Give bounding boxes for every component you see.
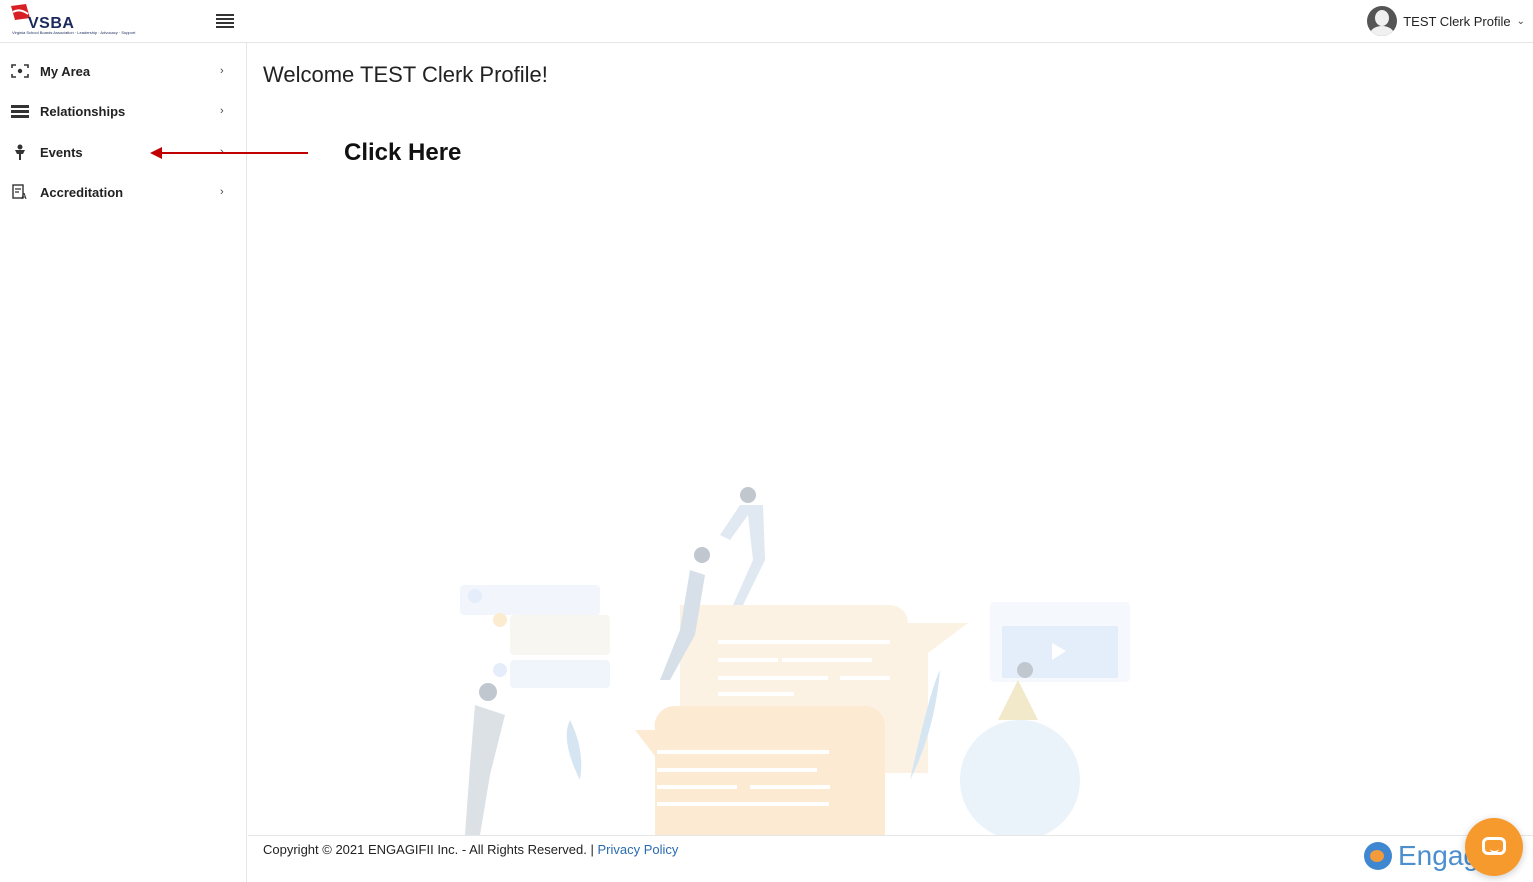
events-icon [10,144,30,160]
top-bar: VSBA Virginia School Boards Association … [0,0,1533,43]
profile-menu[interactable]: TEST Clerk Profile ⌄ [1367,6,1525,36]
chevron-right-icon: › [220,105,224,117]
copyright-label: Copyright © 2021 ENGAGIFII Inc. - All Ri… [263,842,598,857]
sidebar: My Area › Relationships › Events › A Acc… [0,43,247,882]
svg-text:A: A [21,192,27,200]
sidebar-item-my-area[interactable]: My Area › [0,51,247,91]
sidebar-item-accreditation[interactable]: A Accreditation › [0,172,247,212]
chevron-down-icon: ⌄ [1516,15,1525,27]
page-title: Welcome TEST Clerk Profile! [263,62,548,87]
profile-name: TEST Clerk Profile [1403,13,1511,29]
chevron-right-icon: › [220,65,224,77]
privacy-policy-link[interactable]: Privacy Policy [597,842,678,857]
engagifii-logo: Engag [1364,840,1479,872]
avatar [1367,6,1398,36]
my-area-icon [10,63,30,79]
vsba-logo[interactable]: VSBA Virginia School Boards Association … [10,4,135,42]
sidebar-item-label: Accreditation [40,184,124,200]
menu-toggle-icon[interactable] [216,14,234,28]
copyright-text: Copyright © 2021 ENGAGIFII Inc. - All Ri… [263,842,678,857]
chevron-right-icon: › [220,186,224,198]
annotation-arrow-icon [150,147,308,159]
engagifii-globe-icon [1364,842,1392,870]
welcome-illustration [460,487,1130,836]
footer: Copyright © 2021 ENGAGIFII Inc. - All Ri… [248,835,1533,882]
sidebar-item-label: Events [40,144,83,160]
sidebar-item-label: My Area [40,63,91,79]
chat-launcher-button[interactable] [1465,818,1523,876]
relationships-icon [10,103,30,119]
chat-icon [1482,837,1506,855]
sidebar-item-relationships[interactable]: Relationships › [0,91,247,131]
annotation-label: Click Here [344,139,462,166]
accreditation-icon: A [10,184,30,200]
logo-subtext: Virginia School Boards Association · Lea… [12,30,136,35]
sidebar-item-label: Relationships [40,103,126,119]
